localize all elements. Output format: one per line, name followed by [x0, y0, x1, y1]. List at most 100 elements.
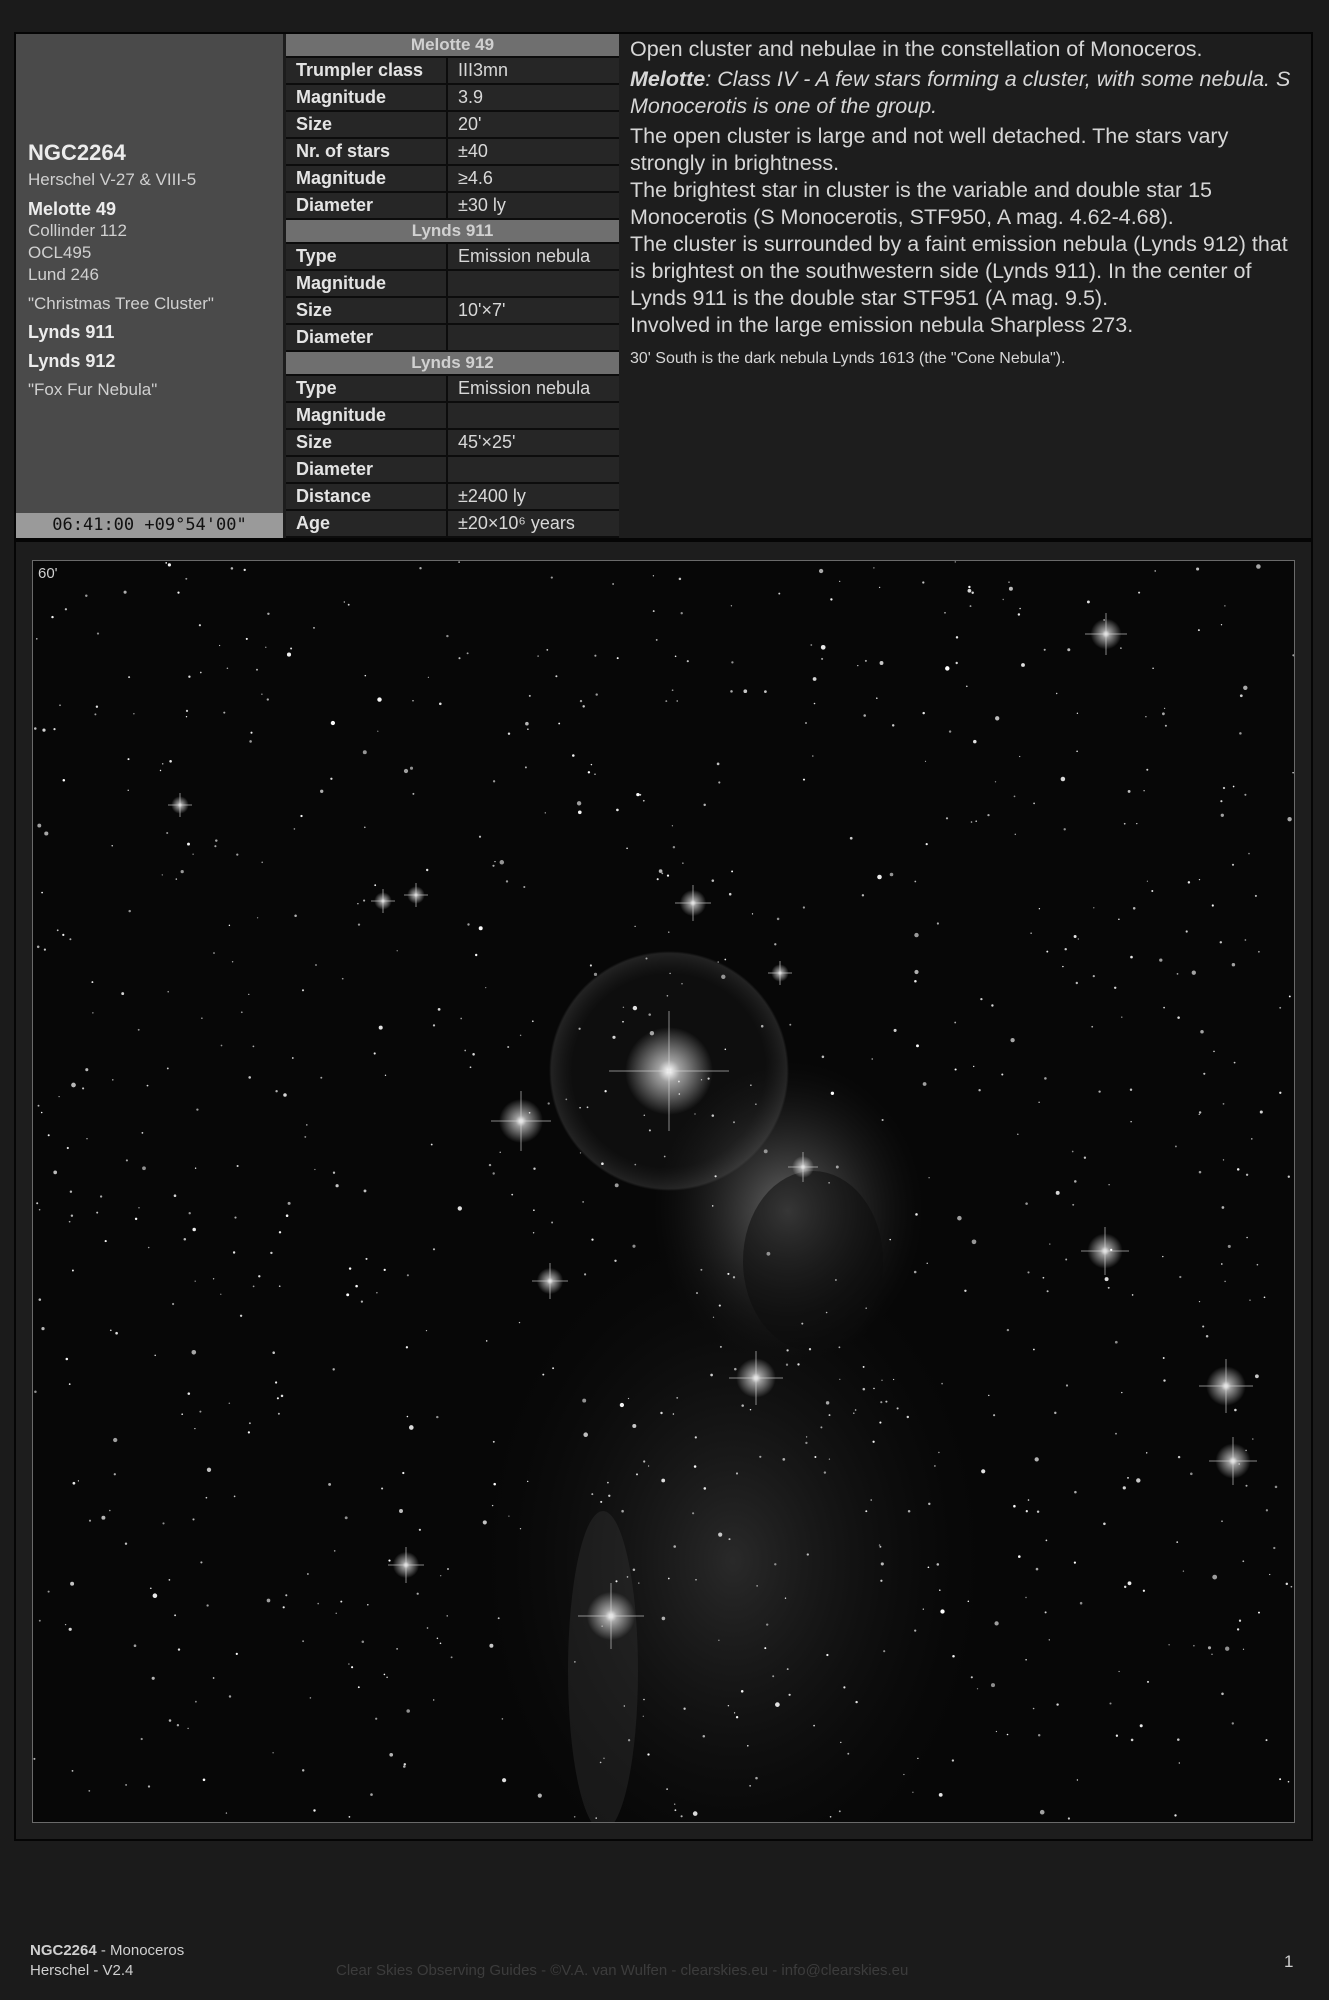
star — [1043, 648, 1046, 651]
description-brightest-star: The brightest star in cluster is the var… — [630, 178, 1213, 229]
star — [467, 923, 470, 926]
star — [1179, 1275, 1182, 1279]
star — [772, 1675, 775, 1678]
star — [1083, 1156, 1087, 1159]
star — [879, 1421, 882, 1424]
star — [290, 647, 293, 650]
star — [1091, 1025, 1094, 1028]
star — [840, 1741, 842, 1744]
row-key: Nr. of stars — [286, 139, 446, 164]
footer-catalog: Herschel - V2.4 — [30, 1962, 134, 1979]
star — [173, 1194, 177, 1197]
star — [853, 1412, 855, 1414]
star — [38, 1208, 41, 1211]
star — [718, 781, 721, 784]
row-value: 45'×25' — [448, 430, 619, 455]
star — [1060, 776, 1066, 782]
star — [175, 878, 178, 880]
star — [924, 760, 927, 763]
star — [287, 1201, 291, 1205]
star — [718, 1304, 721, 1307]
star — [206, 1467, 212, 1472]
star — [1258, 1611, 1260, 1614]
star — [280, 1394, 284, 1398]
star — [638, 1582, 640, 1584]
star — [458, 657, 461, 660]
star — [941, 1382, 943, 1385]
star — [755, 1776, 758, 1780]
table-header-melotte-49: Melotte 49 — [286, 34, 619, 56]
star — [1075, 981, 1079, 985]
lund-designation: Lund 246 — [28, 265, 99, 284]
star — [647, 1465, 650, 1467]
star — [676, 700, 678, 702]
star — [694, 1113, 696, 1115]
star — [1076, 712, 1079, 714]
star — [1063, 828, 1066, 831]
star — [220, 1293, 222, 1295]
star — [252, 1045, 255, 1048]
star — [925, 843, 928, 846]
star — [914, 932, 919, 938]
star — [1067, 1817, 1070, 1820]
star — [594, 654, 597, 657]
star-field-image — [33, 561, 1294, 1822]
melotte-label: Melotte — [630, 67, 706, 91]
star — [478, 835, 482, 838]
star — [1039, 1809, 1045, 1815]
star — [945, 817, 949, 820]
star — [91, 981, 94, 984]
star — [291, 1057, 294, 1059]
star — [1046, 950, 1049, 953]
star — [821, 657, 824, 660]
star — [728, 892, 732, 896]
star — [969, 605, 972, 608]
star — [1162, 1255, 1164, 1258]
star — [889, 872, 894, 877]
star — [582, 1201, 584, 1203]
star — [939, 1589, 941, 1591]
star — [437, 1008, 441, 1011]
star — [374, 884, 377, 887]
star — [71, 1082, 76, 1088]
star — [469, 1066, 472, 1069]
star — [36, 945, 40, 949]
star — [586, 1106, 589, 1109]
star — [37, 1104, 40, 1107]
star — [167, 563, 171, 567]
object-name: NGC2264 — [28, 140, 126, 165]
star — [1163, 707, 1166, 710]
star — [1269, 1573, 1271, 1576]
star — [388, 1559, 391, 1562]
star — [755, 1103, 757, 1105]
star — [85, 594, 88, 598]
star — [1265, 1739, 1268, 1742]
row-key: Trumpler class — [286, 58, 446, 83]
star — [1187, 881, 1191, 884]
star — [843, 1686, 846, 1689]
star — [1252, 1438, 1254, 1440]
star — [1104, 1277, 1109, 1282]
star — [1246, 1236, 1248, 1239]
star — [248, 1076, 251, 1079]
star — [879, 661, 884, 665]
star — [408, 1425, 414, 1430]
star — [1019, 607, 1021, 610]
star — [608, 1494, 611, 1497]
star — [914, 979, 917, 983]
star — [1244, 793, 1247, 796]
star — [64, 1623, 67, 1626]
star — [862, 1365, 865, 1368]
star — [759, 1455, 762, 1458]
star — [58, 1095, 60, 1098]
star — [256, 917, 259, 919]
star — [1265, 1509, 1269, 1512]
star — [678, 577, 682, 581]
star — [533, 1167, 536, 1170]
star — [928, 1176, 930, 1179]
star — [1049, 1243, 1051, 1245]
star — [412, 792, 415, 795]
star — [830, 1091, 835, 1095]
star — [922, 1082, 927, 1086]
star — [927, 1566, 930, 1569]
